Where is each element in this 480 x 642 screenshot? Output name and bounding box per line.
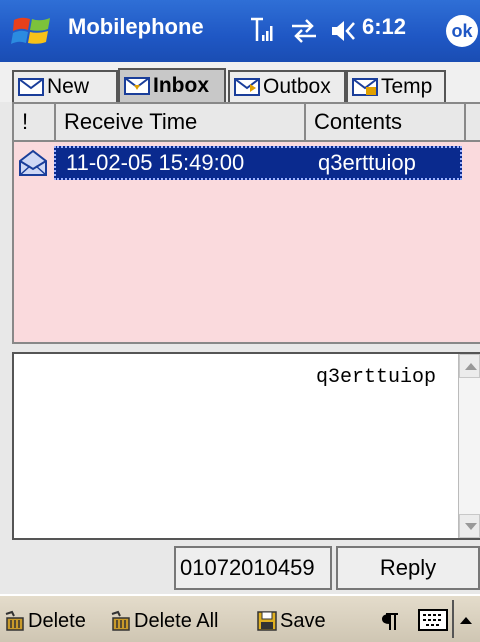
- message-body-text: q3erttuiop: [315, 366, 436, 389]
- tab-new[interactable]: New: [12, 70, 118, 102]
- reply-button[interactable]: Reply: [336, 546, 480, 590]
- tab-label: Outbox: [263, 75, 331, 98]
- column-header-priority[interactable]: !: [14, 104, 56, 140]
- scrollbar[interactable]: [458, 354, 480, 538]
- sync-icon[interactable]: [290, 18, 318, 44]
- tab-inbox[interactable]: Inbox: [118, 68, 226, 102]
- arrow-up-icon: [465, 363, 477, 370]
- selected-row-highlight[interactable]: 11-02-05 15:49:00 q3erttuiop: [54, 146, 462, 180]
- action-strip: 01072010459 Reply: [0, 546, 480, 592]
- outbox-envelope-icon: [234, 78, 260, 96]
- sender-number-button[interactable]: 01072010459: [174, 546, 332, 590]
- message-list[interactable]: ! Receive Time Contents 11-02-05 15:49:0…: [12, 102, 480, 344]
- paragraph-icon[interactable]: [380, 610, 402, 632]
- tab-bar: New Inbox Outbox Temp: [0, 62, 480, 102]
- tab-label: New: [47, 75, 90, 98]
- column-header-contents[interactable]: Contents: [306, 104, 466, 140]
- clock[interactable]: 6:12: [362, 14, 406, 40]
- draft-envelope-icon: [352, 78, 378, 96]
- row-contents: q3erttuiop: [318, 150, 416, 175]
- delete-icon: [5, 610, 24, 631]
- tab-label: Temp: [381, 75, 433, 98]
- open-envelope-icon: [19, 149, 47, 176]
- ok-button[interactable]: ok: [446, 15, 478, 47]
- message-body[interactable]: q3erttuiop: [12, 352, 480, 540]
- speaker-icon[interactable]: [330, 18, 356, 44]
- inbox-envelope-icon: [124, 77, 150, 95]
- delete-label: Delete: [28, 609, 86, 632]
- save-icon: [257, 611, 277, 631]
- tab-outbox[interactable]: Outbox: [228, 70, 346, 102]
- app-title: Mobilephone: [68, 14, 204, 39]
- arrow-down-icon: [465, 523, 477, 530]
- menu-divider: [452, 600, 454, 638]
- windows-start-icon[interactable]: [10, 10, 54, 54]
- envelope-icon: [18, 78, 44, 96]
- table-row[interactable]: 11-02-05 15:49:00 q3erttuiop: [14, 146, 462, 180]
- delete-all-button[interactable]: Delete All: [110, 606, 219, 636]
- tab-temp[interactable]: Temp: [346, 70, 446, 102]
- scroll-up-button[interactable]: [459, 354, 480, 378]
- save-label: Save: [280, 609, 326, 632]
- tab-label: Inbox: [153, 74, 209, 97]
- delete-all-label: Delete All: [134, 609, 219, 632]
- input-menu-arrow-icon[interactable]: [458, 614, 474, 626]
- title-bar: Mobilephone 6:12 ok: [0, 0, 480, 62]
- signal-icon[interactable]: [250, 16, 276, 44]
- menu-bar: Delete Delete All Save: [0, 594, 480, 642]
- delete-all-icon: [111, 610, 130, 631]
- keyboard-icon[interactable]: [418, 608, 448, 632]
- scroll-down-button[interactable]: [459, 514, 480, 538]
- row-receive-time: 11-02-05 15:49:00: [66, 150, 245, 175]
- column-header-receive-time[interactable]: Receive Time: [56, 104, 306, 140]
- delete-button[interactable]: Delete: [4, 606, 86, 636]
- list-header: ! Receive Time Contents: [14, 104, 480, 142]
- save-button[interactable]: Save: [256, 606, 326, 636]
